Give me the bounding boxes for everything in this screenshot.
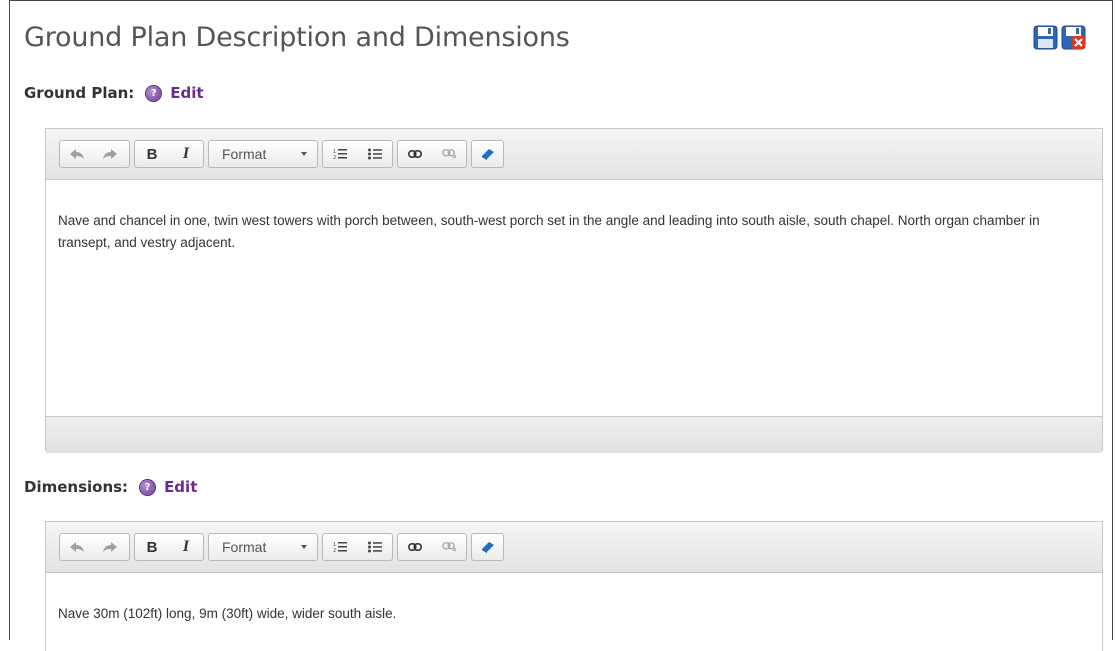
link-group xyxy=(397,533,467,561)
link-icon[interactable] xyxy=(398,141,432,167)
glossary-book-icon[interactable] xyxy=(472,534,503,560)
ground-plan-edit-link[interactable]: Edit xyxy=(170,84,203,102)
unlink-icon[interactable] xyxy=(432,141,466,167)
bold-button[interactable]: B xyxy=(135,141,169,167)
italic-button[interactable]: I xyxy=(169,141,203,167)
ground-plan-label-row: Ground Plan: ? Edit xyxy=(24,84,204,102)
numbered-list-icon[interactable]: 12 xyxy=(323,141,358,167)
save-icon[interactable] xyxy=(1033,25,1058,50)
dimensions-label-row: Dimensions: ? Edit xyxy=(24,478,197,496)
bulleted-list-icon[interactable] xyxy=(358,141,393,167)
header-actions xyxy=(1033,25,1086,50)
format-dropdown[interactable]: Format xyxy=(208,140,318,168)
redo-icon[interactable] xyxy=(93,141,126,167)
bold-button[interactable]: B xyxy=(135,534,169,560)
format-label: Format xyxy=(222,146,267,162)
undo-icon[interactable] xyxy=(60,141,93,167)
format-label: Format xyxy=(222,539,267,555)
save-close-icon[interactable] xyxy=(1061,25,1086,50)
dimensions-editor: B I Format 12 Nave 30m (102ft) long, 9m … xyxy=(45,521,1103,651)
format-dropdown[interactable]: Format xyxy=(208,533,318,561)
editor-toolbar: B I Format 12 xyxy=(46,129,1102,180)
ground-plan-label: Ground Plan: xyxy=(24,84,135,102)
help-icon[interactable]: ? xyxy=(146,85,162,101)
dimensions-label: Dimensions: xyxy=(24,478,129,496)
unlink-icon[interactable] xyxy=(432,534,466,560)
page-title: Ground Plan Description and Dimensions xyxy=(24,22,570,53)
style-group: B I xyxy=(134,533,204,561)
editor-toolbar: B I Format 12 xyxy=(46,522,1102,573)
style-group: B I xyxy=(134,140,204,168)
list-group: 12 xyxy=(322,140,393,168)
list-group: 12 xyxy=(322,533,393,561)
link-group xyxy=(397,140,467,168)
chevron-down-icon xyxy=(301,545,307,549)
help-icon[interactable]: ? xyxy=(140,479,156,495)
chevron-down-icon xyxy=(301,152,307,156)
svg-text:2: 2 xyxy=(333,155,336,160)
italic-button[interactable]: I xyxy=(169,534,203,560)
link-icon[interactable] xyxy=(398,534,432,560)
editor-statusbar xyxy=(46,416,1102,453)
bulleted-list-icon[interactable] xyxy=(358,534,393,560)
redo-icon[interactable] xyxy=(93,534,126,560)
dimensions-edit-link[interactable]: Edit xyxy=(164,478,197,496)
ground-plan-editor: B I Format 12 Nave and chancel in one, t… xyxy=(45,128,1103,453)
undo-icon[interactable] xyxy=(60,534,93,560)
glossary-group xyxy=(471,140,504,168)
history-group xyxy=(59,140,130,168)
dimensions-content[interactable]: Nave 30m (102ft) long, 9m (30ft) wide, w… xyxy=(46,573,1102,625)
ground-plan-content[interactable]: Nave and chancel in one, twin west tower… xyxy=(46,180,1102,416)
numbered-list-icon[interactable]: 12 xyxy=(323,534,358,560)
glossary-book-icon[interactable] xyxy=(472,141,503,167)
svg-text:2: 2 xyxy=(333,548,336,553)
glossary-group xyxy=(471,533,504,561)
history-group xyxy=(59,533,130,561)
